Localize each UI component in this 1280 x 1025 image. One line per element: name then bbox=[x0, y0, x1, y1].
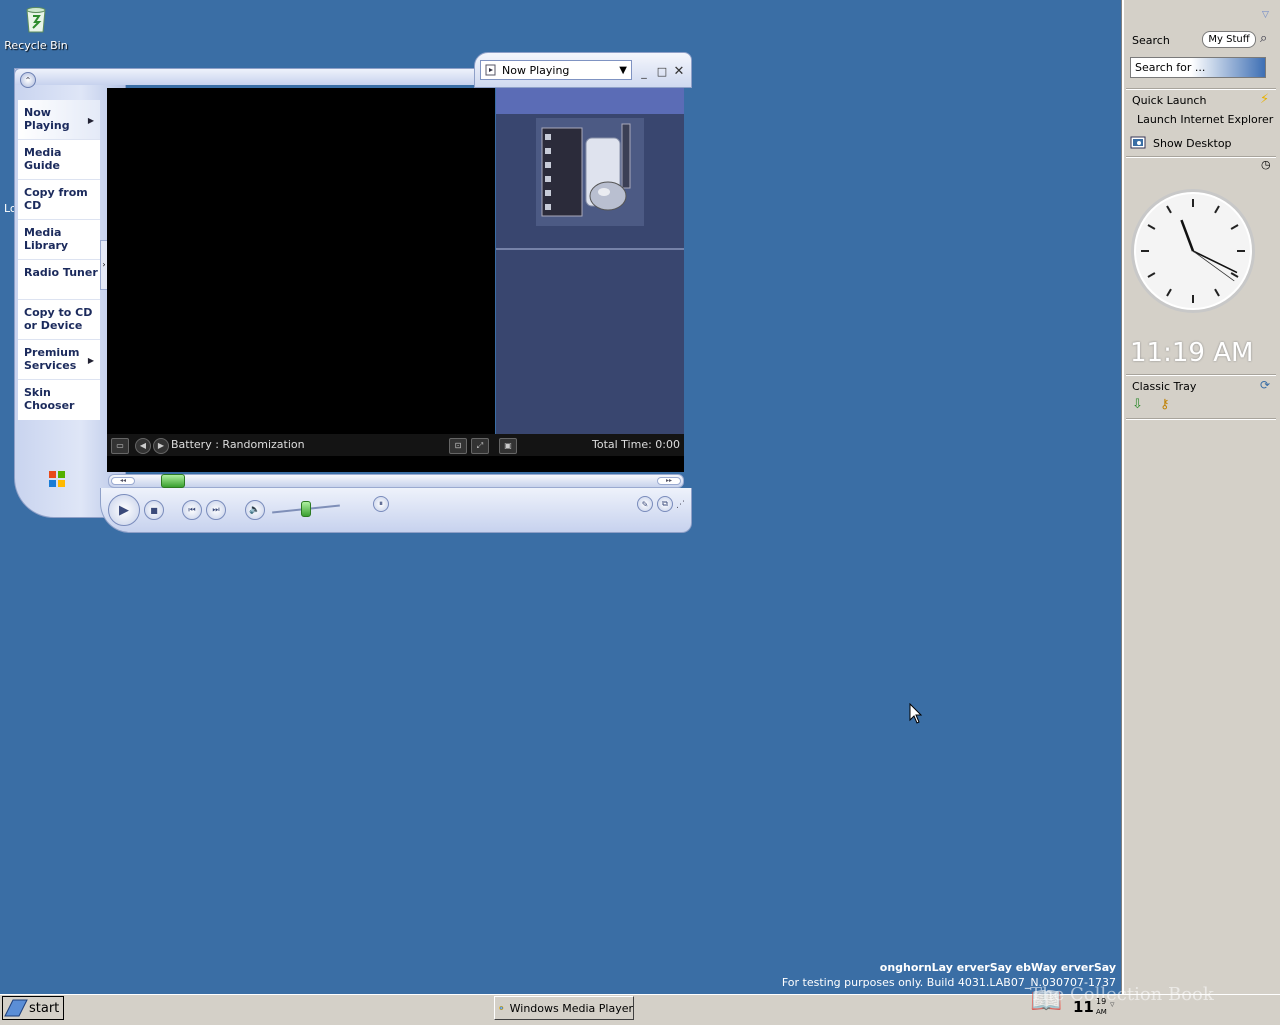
prev-visualization-button[interactable]: ◀ bbox=[135, 438, 151, 454]
task-copy-from-cd[interactable]: Copy from CD bbox=[18, 180, 100, 220]
ql-item-label: Launch Internet Explorer Browser bbox=[1137, 112, 1276, 126]
wmp-menu-toggle-button[interactable]: ⌃ bbox=[20, 72, 36, 88]
task-skin-chooser[interactable]: Skin Chooser bbox=[18, 380, 100, 420]
mouse-cursor-icon bbox=[909, 703, 923, 724]
recycle-bin-icon[interactable]: Recycle Bin bbox=[4, 4, 68, 52]
clock-settings-icon[interactable]: ◷ bbox=[1261, 158, 1271, 171]
tray-keys-icon[interactable]: ⚷ bbox=[1160, 397, 1170, 412]
task-pane: Now Playing ▶ Media Guide Copy from CD Me… bbox=[18, 100, 100, 420]
tray-chevron-icon[interactable]: ▿ bbox=[1110, 1000, 1115, 1010]
sidebar-divider bbox=[1126, 418, 1276, 420]
full-mode-button[interactable]: ⤢ bbox=[471, 438, 489, 454]
ql-item-label: Show Desktop bbox=[1153, 136, 1232, 150]
task-label: Media Library bbox=[24, 226, 69, 252]
now-playing-icon bbox=[485, 64, 496, 76]
minimize-button[interactable]: _ bbox=[636, 64, 652, 80]
stop-button[interactable]: ■ bbox=[144, 500, 164, 520]
recycle-bin-label: Recycle Bin bbox=[4, 39, 68, 52]
analog-clock bbox=[1131, 189, 1255, 313]
start-button[interactable]: start bbox=[2, 996, 64, 1020]
fit-video-button[interactable]: ⊡ bbox=[449, 438, 467, 454]
windows-logo-icon bbox=[49, 471, 65, 487]
now-playing-status-bar: ▭ ◀ ▶ Battery : Randomization ⊡ ⤢ ▣ Tota… bbox=[107, 434, 684, 456]
tray-clock-hour[interactable]: 11 bbox=[1073, 998, 1094, 1016]
compact-mode-button[interactable]: ⧉ bbox=[657, 496, 673, 512]
fullscreen-toggle-icon[interactable]: ▭ bbox=[111, 438, 129, 454]
close-button[interactable]: ✕ bbox=[671, 63, 687, 79]
lightning-icon: ⚡ bbox=[1260, 92, 1270, 107]
tray-clock-ampm: AM bbox=[1096, 1008, 1107, 1016]
build-watermark-title: onghornLay erverSay ebWay erverSay bbox=[879, 961, 1116, 974]
seek-bar[interactable]: ◂◂ ▸▸ bbox=[108, 474, 684, 488]
chevron-down-icon: ▼ bbox=[619, 64, 627, 76]
playlist-header bbox=[496, 88, 684, 114]
show-desktop-icon bbox=[1130, 136, 1146, 149]
sidebar-divider bbox=[1126, 374, 1276, 376]
tray-clock-minute: 19 bbox=[1096, 997, 1107, 1006]
task-media-guide[interactable]: Media Guide bbox=[18, 140, 100, 180]
task-premium-services[interactable]: Premium Services ▶ bbox=[18, 340, 100, 380]
sidebar-menu-chevron-icon[interactable]: ▽ bbox=[1262, 10, 1269, 20]
wmp-title-bar[interactable] bbox=[14, 68, 485, 85]
maximize-button[interactable]: □ bbox=[654, 63, 670, 79]
collection-watermark: The Collection Book bbox=[1030, 984, 1214, 1005]
tray-network-icon[interactable]: ⇩ bbox=[1132, 397, 1143, 412]
video-display[interactable] bbox=[107, 88, 495, 434]
shuffle-button[interactable]: ⏸ bbox=[373, 496, 389, 512]
classic-tray-label: Classic Tray bbox=[1132, 380, 1197, 393]
task-label: Skin Chooser bbox=[24, 386, 75, 412]
task-radio-tuner[interactable]: Radio Tuner bbox=[18, 260, 100, 300]
ql-show-desktop[interactable]: Show Desktop bbox=[1130, 134, 1276, 152]
ql-launch-ie[interactable]: Launch Internet Explorer Browser bbox=[1130, 110, 1276, 128]
taskbar-wmp-label: Windows Media Player bbox=[509, 1001, 633, 1015]
next-visualization-button[interactable]: ▶ bbox=[153, 438, 169, 454]
status-spacer bbox=[107, 456, 684, 472]
resize-grip-icon[interactable]: ⋰ bbox=[676, 500, 685, 510]
view-dropdown[interactable]: Now Playing ▼ bbox=[480, 60, 632, 80]
sidebar-divider bbox=[1126, 88, 1276, 90]
volume-slider[interactable] bbox=[300, 501, 311, 517]
play-button[interactable]: ▶ bbox=[108, 494, 140, 526]
mute-button[interactable]: 🔈 bbox=[245, 500, 265, 520]
seek-forward-icon: ▸▸ bbox=[657, 477, 681, 485]
track-info: Battery : Randomization bbox=[171, 438, 305, 451]
my-stuff-button[interactable]: My Stuff bbox=[1202, 31, 1256, 48]
wmp-icon bbox=[499, 1005, 504, 1011]
search-magnifier-icon[interactable]: ⌕ bbox=[1260, 31, 1267, 46]
arrow-right-icon: ▶ bbox=[87, 356, 94, 365]
task-media-library[interactable]: Media Library bbox=[18, 220, 100, 260]
taskbar-wmp-button[interactable]: Windows Media Player bbox=[494, 996, 634, 1020]
task-label: Media Guide bbox=[24, 146, 62, 172]
task-label: Copy from CD bbox=[24, 186, 88, 212]
start-flag-icon bbox=[4, 999, 28, 1017]
seek-thumb[interactable] bbox=[161, 474, 186, 488]
task-label: Radio Tuner bbox=[24, 266, 98, 279]
search-label: Search bbox=[1132, 34, 1170, 47]
seek-back-icon: ◂◂ bbox=[111, 477, 135, 485]
task-copy-to-cd[interactable]: Copy to CD or Device bbox=[18, 300, 100, 340]
next-button[interactable]: ⏭ bbox=[206, 500, 226, 520]
digital-clock: 11:19 AM bbox=[1130, 338, 1254, 368]
skin-mode-button[interactable]: ✎ bbox=[637, 496, 653, 512]
task-label: Premium Services bbox=[24, 346, 80, 372]
total-time: Total Time: 0:00 bbox=[591, 438, 680, 451]
toggle-playlist-button[interactable]: ▣ bbox=[499, 438, 517, 454]
recycle-bin-graphic-icon bbox=[26, 7, 46, 33]
tray-settings-icon[interactable]: ⟳ bbox=[1260, 378, 1270, 392]
sidebar-divider bbox=[1126, 156, 1276, 158]
view-dropdown-value: Now Playing bbox=[502, 63, 570, 77]
playlist-divider bbox=[496, 248, 684, 250]
start-label: start bbox=[29, 1000, 60, 1016]
task-now-playing[interactable]: Now Playing ▶ bbox=[18, 100, 100, 140]
search-input[interactable]: Search for ... bbox=[1130, 57, 1266, 78]
previous-button[interactable]: ⏮ bbox=[182, 500, 202, 520]
album-art-filmstrip-note-icon bbox=[536, 118, 644, 226]
task-label: Copy to CD or Device bbox=[24, 306, 93, 332]
task-label: Now Playing bbox=[24, 106, 70, 132]
quick-launch-label: Quick Launch bbox=[1132, 94, 1207, 107]
arrow-right-icon: ▶ bbox=[87, 116, 94, 125]
